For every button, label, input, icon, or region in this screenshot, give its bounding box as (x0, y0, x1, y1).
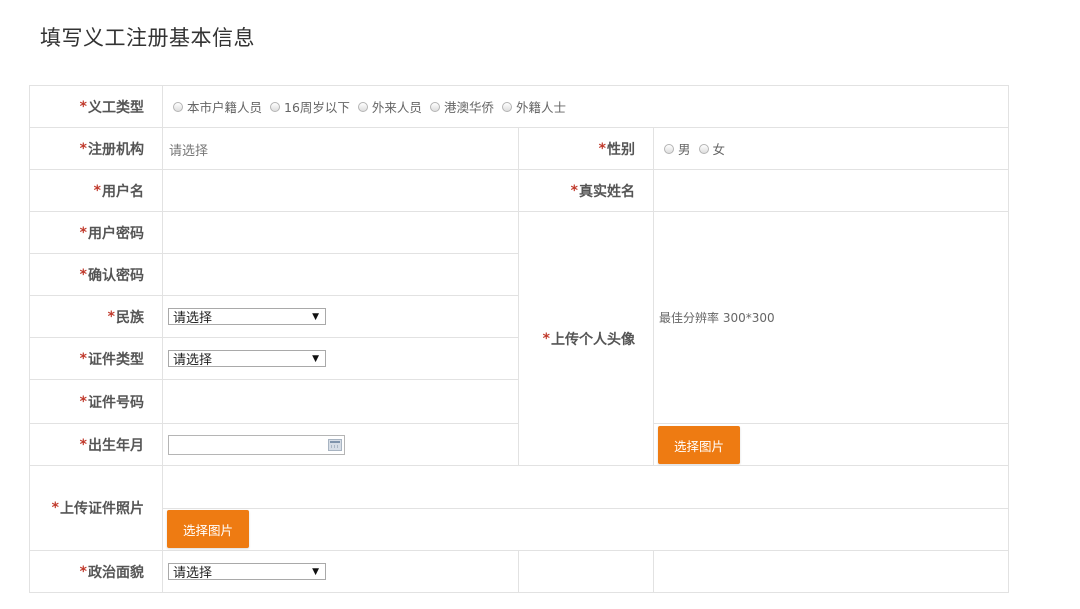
institution-value: 请选择 (169, 144, 209, 159)
username-input[interactable] (162, 169, 519, 212)
registration-form: * 义工类型 本市户籍人员 16周岁以下 外来人员 港澳华侨 外籍人士 * 注册机构… (0, 0, 1080, 609)
required-mark: * (79, 563, 87, 580)
volunteer-type-option-hk-macao[interactable]: 港澳华侨 (429, 97, 494, 116)
volunteer-type-option-nonlocal[interactable]: 外来人员 (357, 97, 422, 116)
chevron-down-icon[interactable]: ▼ (312, 312, 319, 322)
avatar-upload-cell: 选择图片 (653, 423, 1009, 466)
birth-date-input[interactable] (168, 434, 345, 455)
radio-icon[interactable] (270, 101, 281, 112)
avatar-resolution-hint: 最佳分辨率 300*300 (659, 311, 775, 325)
username-label: * 用户名 (29, 169, 163, 212)
institution-select[interactable]: 请选择 (162, 127, 519, 170)
id-photo-choose-image-button[interactable]: 选择图片 (167, 510, 249, 548)
required-mark: * (107, 308, 115, 325)
institution-label-text: 注册机构 (88, 141, 144, 158)
ethnicity-cell: 请选择 ▼ (162, 295, 519, 338)
avatar-preview-area: 最佳分辨率 300*300 (653, 211, 1009, 424)
required-mark: * (79, 140, 87, 157)
id-photo-label-text: 上传证件照片 (60, 501, 144, 517)
id-type-label: * 证件类型 (29, 337, 163, 380)
gender-option-female[interactable]: 女 (698, 139, 726, 158)
required-mark: * (79, 224, 87, 241)
password-label: * 用户密码 (29, 211, 163, 254)
ethnicity-select[interactable]: 请选择 ▼ (168, 308, 326, 326)
volunteer-type-label: * 义工类型 (29, 85, 163, 128)
birth-date-label-text: 出生年月 (88, 437, 144, 454)
ethnicity-selected-value: 请选择 (173, 311, 213, 326)
ethnicity-label: * 民族 (29, 295, 163, 338)
calendar-icon[interactable] (328, 438, 342, 451)
political-status-label-text: 政治面貌 (88, 564, 144, 581)
empty-label-cell (518, 550, 654, 593)
required-mark: * (51, 500, 59, 516)
chevron-down-icon[interactable]: ▼ (312, 567, 319, 577)
id-type-select[interactable]: 请选择 ▼ (168, 350, 326, 368)
political-status-selected-value: 请选择 (173, 566, 213, 581)
birth-date-cell (162, 423, 519, 466)
gender-label: * 性别 (518, 127, 654, 170)
username-label-text: 用户名 (102, 183, 144, 200)
confirm-password-label: * 确认密码 (29, 253, 163, 296)
gender-label-text: 性别 (607, 141, 635, 158)
institution-label: * 注册机构 (29, 127, 163, 170)
id-photo-upload-cell: 选择图片 (162, 508, 1009, 551)
political-status-label: * 政治面貌 (29, 550, 163, 593)
radio-label: 女 (712, 142, 726, 157)
required-mark: * (79, 98, 87, 115)
volunteer-type-option-local[interactable]: 本市户籍人员 (173, 97, 262, 116)
required-mark: * (79, 393, 87, 410)
confirm-password-label-text: 确认密码 (88, 267, 144, 284)
real-name-label: * 真实姓名 (518, 169, 654, 212)
volunteer-type-option-foreign[interactable]: 外籍人士 (501, 97, 566, 116)
volunteer-type-option-under16[interactable]: 16周岁以下 (270, 97, 350, 116)
radio-icon[interactable] (501, 101, 512, 112)
required-mark: * (79, 266, 87, 283)
required-mark: * (542, 330, 550, 347)
political-status-cell: 请选择 ▼ (162, 550, 519, 593)
id-number-input[interactable] (162, 379, 519, 424)
id-number-label-text: 证件号码 (88, 394, 144, 411)
radio-label: 港澳华侨 (443, 100, 494, 115)
radio-icon[interactable] (664, 143, 674, 154)
id-type-label-text: 证件类型 (88, 351, 144, 368)
required-mark: * (570, 182, 578, 199)
gender-options: 男 女 (653, 127, 1009, 170)
id-type-selected-value: 请选择 (173, 353, 213, 368)
radio-label: 外来人员 (371, 100, 422, 115)
required-mark: * (79, 436, 87, 453)
required-mark: * (79, 350, 87, 367)
radio-label: 本市户籍人员 (187, 100, 263, 115)
radio-icon[interactable] (429, 101, 440, 112)
radio-label: 16周岁以下 (284, 100, 350, 115)
avatar-choose-image-button[interactable]: 选择图片 (658, 426, 740, 464)
radio-icon[interactable] (698, 143, 709, 154)
id-photo-label: * 上传证件照片 (29, 465, 163, 551)
volunteer-type-options: 本市户籍人员 16周岁以下 外来人员 港澳华侨 外籍人士 (162, 85, 1009, 128)
volunteer-type-label-text: 义工类型 (88, 99, 144, 116)
radio-icon[interactable] (357, 101, 368, 112)
ethnicity-label-text: 民族 (116, 309, 144, 326)
real-name-input[interactable] (653, 169, 1009, 212)
id-photo-preview-area (162, 465, 1009, 509)
required-mark: * (598, 140, 606, 157)
confirm-password-input[interactable] (162, 253, 519, 296)
radio-icon[interactable] (173, 101, 183, 112)
political-status-select[interactable]: 请选择 ▼ (168, 563, 326, 581)
real-name-label-text: 真实姓名 (579, 183, 635, 200)
id-number-label: * 证件号码 (29, 379, 163, 424)
radio-label: 男 (678, 142, 691, 157)
id-type-cell: 请选择 ▼ (162, 337, 519, 380)
radio-label: 外籍人士 (515, 100, 566, 115)
empty-value-cell (653, 550, 1009, 593)
avatar-label: * 上传个人头像 (518, 211, 654, 466)
gender-option-male[interactable]: 男 (664, 139, 691, 158)
password-input[interactable] (162, 211, 519, 254)
chevron-down-icon[interactable]: ▼ (312, 354, 319, 364)
required-mark: * (93, 182, 101, 199)
birth-date-label: * 出生年月 (29, 423, 163, 466)
password-label-text: 用户密码 (88, 225, 144, 242)
avatar-label-text: 上传个人头像 (551, 331, 635, 348)
